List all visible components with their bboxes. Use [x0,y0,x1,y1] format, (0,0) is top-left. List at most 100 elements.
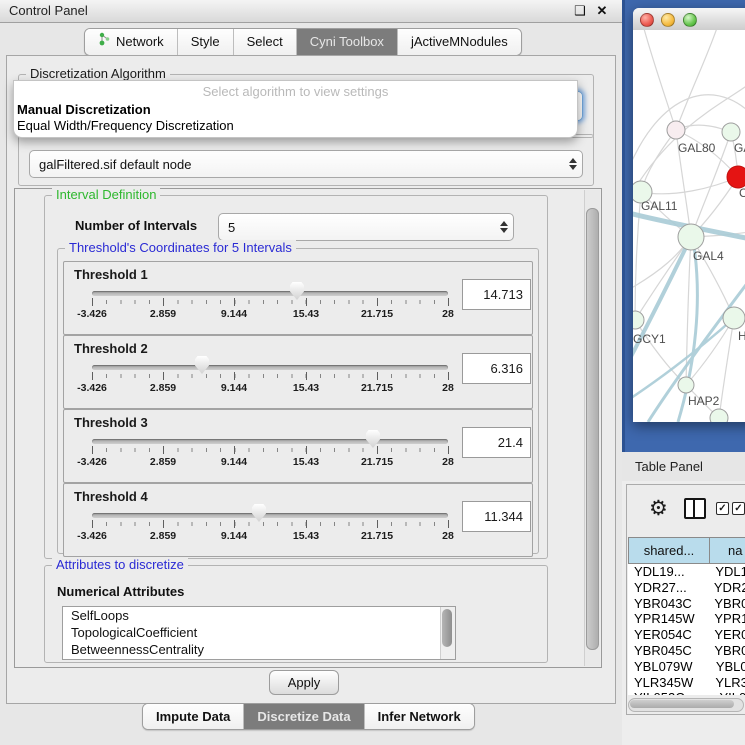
option-equal-width-frequency[interactable]: Equal Width/Frequency Discretization [17,118,574,133]
network-window[interactable]: GAL80 GA C GAL11 GAL4 GCY1 H HAP2 [633,8,745,422]
cell[interactable]: YER0 [710,627,745,643]
cell[interactable]: YPR145W [628,611,710,627]
cell[interactable]: YBR0 [710,596,745,612]
cell[interactable]: YIL0 [715,690,745,695]
list-item[interactable]: TopologicalCoefficient [63,624,455,641]
attributes-list[interactable]: SelfLoops TopologicalCoefficient Between… [62,606,456,660]
threshold-value-field[interactable]: 14.713 [462,279,531,310]
tab-discretize-data[interactable]: Discretize Data [244,704,364,729]
tab-infer-network[interactable]: Infer Network [365,704,474,729]
dropdown-hint: Select algorithm to view settings [14,84,577,99]
close-window-icon[interactable] [640,13,654,27]
split-columns-icon[interactable] [684,498,706,519]
cell[interactable]: YDL19... [628,564,711,580]
slider-track[interactable] [92,291,448,296]
algorithm-dropdown-popup: Select algorithm to view settings Manual… [13,80,578,138]
table-row[interactable]: YDR27...YDR2 [628,580,745,596]
node-red[interactable] [727,166,745,188]
list-item[interactable]: BetweennessCentrality [63,641,455,658]
table-row[interactable]: YER054CYER0 [628,627,745,643]
table-row[interactable]: YLR345WYLR3 [628,675,745,691]
node-pink[interactable] [667,121,685,139]
scale-label: -3.426 [60,382,124,394]
network-canvas[interactable]: GAL80 GA C GAL11 GAL4 GCY1 H HAP2 [633,30,745,422]
cell[interactable]: YBR0 [710,643,745,659]
list-item[interactable]: SelfLoops [63,607,455,624]
combo-value: galFiltered.sif default node [39,151,191,177]
tab-impute-data[interactable]: Impute Data [143,704,244,729]
tab-select[interactable]: Select [234,29,297,55]
tab-jactivemnodules[interactable]: jActiveMNodules [398,29,521,55]
cell[interactable]: YBL079W [628,659,712,675]
scale-label: 2.859 [131,308,195,320]
option-manual-discretization[interactable]: Manual Discretization [17,102,574,117]
node-hap2[interactable] [678,377,694,393]
list-scrollbar[interactable] [440,607,455,659]
table-row[interactable]: YBR043CYBR0 [628,596,745,612]
threshold-3-panel: Threshold 3 -3.426 2.859 9.144 15.43 21.… [63,409,533,483]
table-row[interactable]: YIL052CYIL0 [628,690,745,695]
zoom-window-icon[interactable] [683,13,697,27]
float-panel-icon[interactable]: ❑ [572,3,588,19]
cell[interactable]: YLR345W [628,675,711,691]
node-green-top-right[interactable] [722,123,740,141]
close-panel-icon[interactable]: ✕ [594,3,610,19]
scale-label: 9.144 [202,382,266,394]
node-gcy1[interactable] [633,311,644,329]
table-row[interactable]: YBL079WYBL0 [628,659,745,675]
threshold-value-field[interactable]: 6.316 [462,353,531,384]
table-data-combo[interactable]: galFiltered.sif default node [29,150,583,178]
tab-style[interactable]: Style [178,29,234,55]
cell[interactable]: YDR27... [628,580,710,596]
combo-arrows-icon [500,221,508,233]
network-window-titlebar[interactable] [633,8,745,31]
column-header-name[interactable]: na [709,537,745,564]
cell[interactable]: YBL0 [712,659,745,675]
table-horizontal-scrollbar[interactable] [628,698,744,712]
slider-thumb[interactable] [195,356,209,374]
list-scrollbar-thumb[interactable] [442,609,452,647]
apply-button[interactable]: Apply [269,670,339,695]
node-h[interactable] [723,307,745,329]
threshold-value-field[interactable]: 21.4 [462,427,531,458]
checkbox-icon[interactable] [732,502,745,515]
slider-track[interactable] [92,365,448,370]
tab-network[interactable]: Network [85,29,178,55]
scale-label: 21.715 [345,382,409,394]
cell[interactable]: YBR045C [628,643,710,659]
table-row[interactable]: YBR045CYBR0 [628,643,745,659]
table-row[interactable]: YDL19...YDL1 [628,564,745,580]
network-view[interactable]: GAL80 GA C GAL11 GAL4 GCY1 H HAP2 [633,30,745,422]
node-label: GAL4 [693,249,724,263]
cell[interactable]: YLR3 [711,675,745,691]
table-horizontal-scrollbar-thumb[interactable] [630,700,734,708]
gear-icon[interactable]: ⚙ [649,498,668,519]
settings-scroll-panel: Interval Definition Number of Intervals … [14,188,602,668]
cell[interactable]: YDL1 [711,564,745,580]
cyni-toolbox-panel: Discretization Algorithm Select algorith… [6,55,616,704]
control-panel: Control Panel ❑ ✕ Network Style Select C… [0,0,623,745]
cell[interactable]: YBR043C [628,596,710,612]
column-header-shared[interactable]: shared... [628,537,710,564]
cell[interactable]: YDR2 [710,580,745,596]
settings-scrollbar[interactable] [584,190,600,666]
slider-thumb[interactable] [290,282,304,300]
node-bottom-partial[interactable] [710,409,728,422]
slider-thumb[interactable] [252,504,266,522]
tab-cyni-toolbox[interactable]: Cyni Toolbox [297,29,398,55]
cell[interactable]: YPR1 [710,611,745,627]
minimize-window-icon[interactable] [661,13,675,27]
table-panel-titlebar: Table Panel [622,452,745,481]
threshold-value-field[interactable]: 11.344 [462,501,531,532]
num-intervals-combo[interactable]: 5 [218,213,514,241]
slider-track[interactable] [92,439,448,444]
interval-definition-group: Interval Definition Number of Intervals … [44,195,548,559]
num-intervals-label: Number of Intervals [75,218,197,233]
cell[interactable]: YIL052C [628,690,715,695]
slider-track[interactable] [92,513,448,518]
settings-scrollbar-thumb[interactable] [586,208,599,650]
table-row[interactable]: YPR145WYPR1 [628,611,745,627]
checkbox-icon[interactable] [716,502,729,515]
node-gal4[interactable] [678,224,704,250]
cell[interactable]: YER054C [628,627,710,643]
